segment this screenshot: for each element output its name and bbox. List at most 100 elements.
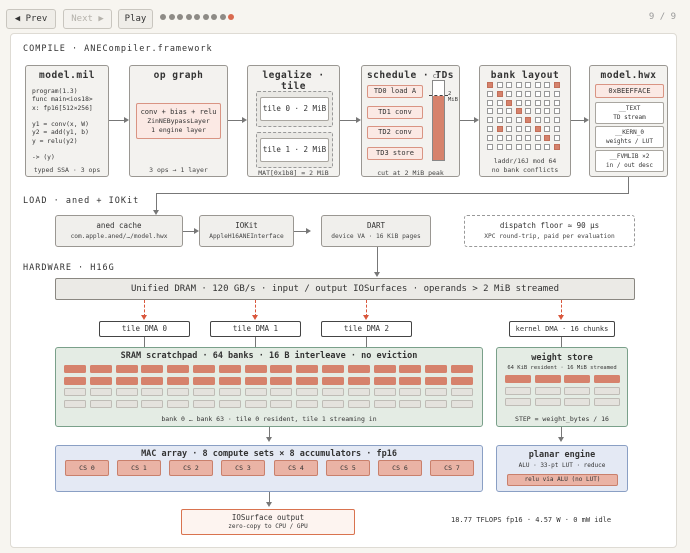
sram-bank [451,376,473,385]
arrow [255,337,256,347]
bank-cell [515,82,522,88]
iokit-interface: AppleH16ANEInterface [209,233,284,240]
legalize-footer: MAT[0x1b8] = 2 MiB [258,169,329,177]
step-dot[interactable] [168,14,175,20]
arrow-hwx-to-load [156,193,629,194]
sram-bank [141,376,164,385]
sram-bank [322,399,344,408]
planar-engine-title: planar engine [528,450,596,460]
bank-cell [553,82,560,88]
step-dot[interactable] [160,14,166,20]
next-button[interactable]: Next ▶ [63,9,112,29]
model-hwx-title: model.hwx [600,70,657,81]
bank-cell [525,82,531,88]
legalize-title: legalize · tile [262,70,325,92]
iokit-title: IOKit [235,221,258,230]
layer-type-label: ZinNEBypassLayer [147,117,210,125]
weight-chunk [534,375,561,383]
weight-chunk [505,375,531,383]
bank-cell [506,134,512,141]
model-mil-box: model.mil program(1.3) func main<ios18> … [25,65,109,177]
sram-bank [425,399,448,408]
bank-cell [544,90,550,97]
sram-bank [115,376,138,385]
bank-cell [553,126,560,132]
bank-cell [553,99,560,106]
bank-cell [515,99,522,106]
hwx-fvmlib-name: __FVMLIB ×2 [609,153,650,160]
play-button[interactable]: Play [118,9,153,29]
bank-cell [525,108,531,115]
arrow-weights-to-planar [561,427,562,437]
bank-grid [487,82,567,154]
arrowhead [374,272,380,277]
sram-bank [64,365,86,373]
sram-bank [451,365,473,373]
tile-0-frame: tile 0 · 2 MiB [256,91,333,127]
weight-chunk [593,398,620,406]
bank-cell [487,90,493,97]
hwx-text-name: __TEXT [618,105,641,112]
sram-bank [296,376,319,385]
sram-bank [270,388,293,396]
sram-bank [347,399,370,408]
step-dot[interactable] [194,14,200,20]
dart-title: DART [366,221,386,230]
bank-cell [496,126,503,132]
sram-bank [347,388,370,396]
sram-bank [244,388,267,396]
sram-bank [193,399,215,408]
arrowhead [584,117,589,123]
sram-bank [244,376,267,385]
step-dot[interactable] [185,14,192,20]
memory-gauge [432,80,445,161]
weight-chunk [593,386,620,395]
planar-engine: planar engine ALU · 33-pt LUT · reduce r… [496,445,628,492]
bank-cell [553,143,560,150]
weight-store-footer: STEP = weight_bytes / 16 [515,415,609,423]
dart-box: DART device VA · 16 KiB pages [321,215,431,247]
sram-bank [399,376,422,385]
bank-cell [496,108,503,115]
weight-store-title: weight store [531,353,593,363]
sram-bank [244,365,267,373]
step-dot[interactable] [202,14,209,20]
sram-bank [425,365,448,373]
tile-0: tile 0 · 2 MiB [260,97,329,121]
schedule-footer: cut at 2 MiB peak [377,169,444,177]
bank-cell [534,143,541,150]
bank-cell [506,82,512,88]
sram-bank [322,365,344,373]
hwx-fvmlib-section: __FVMLIB ×2 in / out desc [595,150,664,172]
arrow-sram-to-mac [269,427,270,437]
bank-cell [544,134,550,141]
step-dot[interactable] [228,14,234,20]
step-dot[interactable] [177,14,183,20]
arrowhead [558,437,564,442]
sram-bank [425,376,448,385]
bank-cell [544,99,550,106]
tile-1: tile 1 · 2 MiB [260,138,329,162]
model-hwx-box: model.hwx 0xBEEFFACE __TEXT TD stream __… [589,65,668,177]
compute-set: CS 3 [221,460,265,476]
arrowhead [306,228,311,234]
sram-bank [193,376,215,385]
bank-cell [487,134,493,141]
compute-set: CS 0 [65,460,109,476]
compile-section-label: COMPILE · ANECompiler.framework [23,44,213,54]
sram-bank [270,399,293,408]
arrow-graph-to-legalize [228,120,242,121]
bank-cell [544,117,550,124]
bank-cell [506,143,512,150]
bank-cell [544,82,550,88]
step-dot[interactable] [211,14,217,20]
bank-cell [506,90,512,97]
sram-bank [373,376,396,385]
bank-cell [534,82,541,88]
prev-button[interactable]: ◀ Prev [6,9,56,29]
sram-bank [322,376,344,385]
sram-bank [218,376,241,385]
arrowhead [124,117,129,123]
arrowhead [356,117,361,123]
step-dot[interactable] [219,14,226,20]
